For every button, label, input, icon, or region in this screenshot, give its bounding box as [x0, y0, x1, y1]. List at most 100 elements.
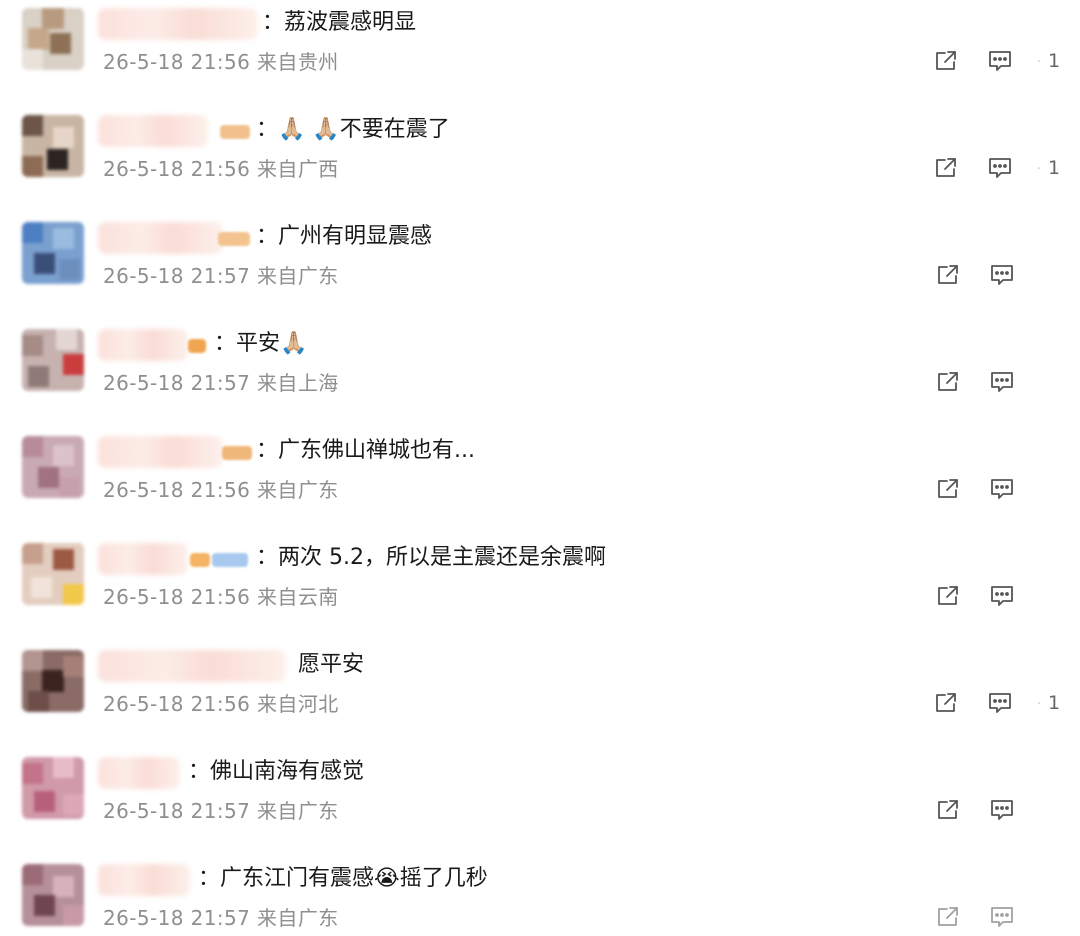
username[interactable]	[98, 329, 188, 361]
comment-text: ：广东江门有震感😭摇了几秒	[198, 866, 488, 891]
comment-icon	[991, 479, 1013, 499]
username[interactable]	[98, 543, 188, 575]
comment-icon	[991, 372, 1013, 392]
comment-time: 26-5-18 21:56	[103, 692, 251, 716]
comment-item: ：广东佛山禅城也有... 26-5-18 21:56 来自广东	[0, 428, 1080, 535]
comment-time: 26-5-18 21:56	[103, 50, 251, 74]
user-badge	[222, 446, 252, 460]
avatar[interactable]	[22, 650, 84, 712]
share-icon	[936, 51, 956, 70]
comment-icon	[991, 907, 1013, 927]
username[interactable]	[98, 115, 208, 147]
comment-location: 来自广东	[257, 906, 339, 930]
share-icon	[938, 265, 958, 284]
username[interactable]	[98, 757, 180, 789]
comment-actions	[932, 795, 1058, 825]
like-button[interactable]: 1	[1038, 157, 1060, 179]
comment-item: 愿平安 26-5-18 21:56 来自河北 1	[0, 642, 1080, 749]
comment-time: 26-5-18 21:57	[103, 799, 251, 823]
comment-location: 来自广东	[257, 264, 339, 288]
share-button[interactable]	[932, 581, 964, 611]
comment-actions	[932, 260, 1058, 290]
share-button[interactable]	[932, 474, 964, 504]
comment-meta: 26-5-18 21:56 来自河北	[103, 690, 339, 718]
reply-button[interactable]	[986, 581, 1018, 611]
comment-meta: 26-5-18 21:56 来自云南	[103, 583, 339, 611]
username[interactable]	[98, 222, 223, 254]
comment-meta: 26-5-18 21:56 来自广东	[103, 476, 339, 504]
comment-item: ：平安🙏🏼 26-5-18 21:57 来自上海	[0, 321, 1080, 428]
reply-button[interactable]	[984, 153, 1016, 183]
username[interactable]	[98, 436, 223, 468]
avatar[interactable]	[22, 864, 84, 926]
avatar[interactable]	[22, 543, 84, 605]
comment-time: 26-5-18 21:57	[103, 371, 251, 395]
username[interactable]	[98, 864, 190, 896]
reply-button[interactable]	[986, 902, 1018, 932]
comment-icon	[991, 586, 1013, 606]
comment-text: ：佛山南海有感觉	[188, 759, 365, 784]
comment-location: 来自广西	[257, 157, 339, 181]
comment-location: 来自上海	[257, 371, 339, 395]
share-icon	[938, 372, 958, 391]
share-button[interactable]	[930, 153, 962, 183]
comment-time: 26-5-18 21:56	[103, 478, 251, 502]
share-button[interactable]	[932, 902, 964, 932]
user-badge	[220, 125, 250, 139]
comment-actions: 1	[930, 153, 1060, 183]
avatar[interactable]	[22, 222, 84, 284]
comment-meta: 26-5-18 21:57 来自广东	[103, 262, 339, 290]
comment-icon	[991, 800, 1013, 820]
avatar[interactable]	[22, 329, 84, 391]
username[interactable]	[98, 8, 258, 40]
share-icon	[938, 479, 958, 498]
avatar[interactable]	[22, 8, 84, 70]
comment-time: 26-5-18 21:57	[103, 264, 251, 288]
comment-location: 来自河北	[257, 692, 339, 716]
share-button[interactable]	[932, 260, 964, 290]
comment-time: 26-5-18 21:56	[103, 157, 251, 181]
user-badge	[218, 232, 250, 246]
comment-location: 来自贵州	[257, 50, 339, 74]
avatar[interactable]	[22, 757, 84, 819]
share-icon	[936, 693, 956, 712]
comment-location: 来自广东	[257, 478, 339, 502]
comment-text: ：两次 5.2，所以是主震还是余震啊	[256, 545, 606, 570]
comment-meta: 26-5-18 21:57 来自上海	[103, 369, 339, 397]
comment-meta: 26-5-18 21:56 来自贵州	[103, 48, 339, 76]
share-button[interactable]	[930, 688, 962, 718]
user-badge	[190, 553, 210, 567]
like-button[interactable]: 1	[1038, 50, 1060, 72]
thumbs-up-icon	[1038, 702, 1040, 704]
reply-button[interactable]	[986, 367, 1018, 397]
reply-button[interactable]	[986, 260, 1018, 290]
reply-button[interactable]	[984, 688, 1016, 718]
comment-meta: 26-5-18 21:57 来自广东	[103, 904, 339, 932]
comment-text: ：荔波震感明显	[262, 10, 417, 35]
reply-button[interactable]	[986, 474, 1018, 504]
comment-actions: 1	[930, 46, 1060, 76]
thumbs-up-icon	[1038, 60, 1040, 62]
comment-actions	[932, 581, 1058, 611]
avatar[interactable]	[22, 436, 84, 498]
comment-meta: 26-5-18 21:56 来自广西	[103, 155, 339, 183]
share-button[interactable]	[932, 795, 964, 825]
comment-text: 愿平安	[298, 652, 365, 677]
reply-button[interactable]	[984, 46, 1016, 76]
avatar[interactable]	[22, 115, 84, 177]
user-badge	[188, 339, 206, 353]
share-button[interactable]	[932, 367, 964, 397]
comment-item: ：🙏🏼 🙏🏼不要在震了 26-5-18 21:56 来自广西 1	[0, 107, 1080, 214]
user-badge	[212, 553, 248, 567]
comment-time: 26-5-18 21:56	[103, 585, 251, 609]
share-button[interactable]	[930, 46, 962, 76]
like-button[interactable]: 1	[1038, 692, 1060, 714]
username[interactable]	[98, 650, 286, 682]
comment-actions	[932, 367, 1058, 397]
comment-meta: 26-5-18 21:57 来自广东	[103, 797, 339, 825]
comment-item: ：荔波震感明显 26-5-18 21:56 来自贵州 1	[0, 0, 1080, 107]
comment-item: ：两次 5.2，所以是主震还是余震啊 26-5-18 21:56 来自云南	[0, 535, 1080, 642]
reply-button[interactable]	[986, 795, 1018, 825]
comment-actions: 1	[930, 688, 1060, 718]
share-icon	[938, 907, 958, 926]
